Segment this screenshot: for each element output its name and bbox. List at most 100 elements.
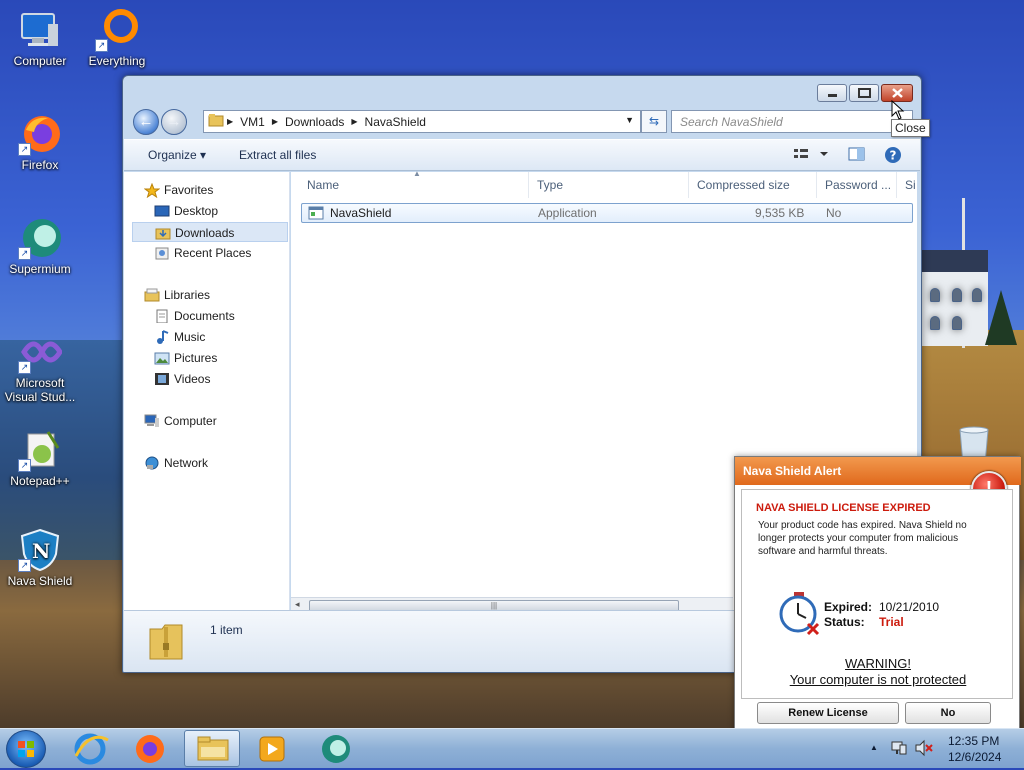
clock-time[interactable]: 12:35 PM: [948, 734, 999, 748]
taskbar: ▲ 12:35 PM 12/6/2024: [0, 728, 1024, 768]
nav-favorites[interactable]: Favorites: [124, 180, 289, 200]
column-header-name[interactable]: Name: [299, 172, 529, 198]
nav-documents[interactable]: Documents: [124, 306, 289, 326]
expired-clock-icon: [778, 590, 824, 639]
desktop-icon-label: Everything: [88, 54, 146, 68]
desktop-icon-supermium[interactable]: ↗ Supermium: [0, 216, 80, 276]
back-button[interactable]: ←: [133, 109, 159, 135]
taskbar-explorer-icon[interactable]: [184, 730, 240, 767]
pictures-icon: [154, 351, 170, 365]
volume-muted-icon[interactable]: [914, 739, 934, 760]
column-header-compressed-size[interactable]: Compressed size: [689, 172, 817, 198]
libraries-icon: [144, 288, 160, 302]
downloads-folder-icon: [155, 226, 171, 240]
breadcrumb-downloads[interactable]: Downloads: [285, 115, 344, 129]
shortcut-arrow-icon: ↗: [18, 143, 31, 156]
nav-desktop[interactable]: Desktop: [124, 201, 289, 221]
computer-icon: [18, 8, 62, 52]
taskbar-supermium-icon[interactable]: [308, 730, 364, 767]
refresh-button[interactable]: ⇆: [641, 110, 667, 133]
folder-icon: [208, 113, 224, 130]
zip-folder-icon: [148, 621, 184, 664]
desktop-icon-computer[interactable]: Computer: [0, 8, 80, 68]
address-dropdown-icon[interactable]: ▼: [625, 115, 634, 125]
maximize-button[interactable]: [849, 84, 879, 102]
nav-computer[interactable]: Computer: [124, 411, 289, 431]
shortcut-arrow-icon: ↗: [18, 361, 31, 374]
network-tray-icon[interactable]: [890, 739, 908, 760]
expired-value: 10/21/2010: [879, 600, 940, 614]
wallpaper-tree: [985, 290, 1017, 345]
breadcrumb-vm1[interactable]: VM1: [240, 115, 265, 129]
file-password: No: [826, 206, 842, 220]
nav-network[interactable]: Network: [124, 453, 289, 473]
nav-music[interactable]: Music: [124, 327, 289, 347]
no-button[interactable]: No: [905, 702, 991, 724]
address-bar[interactable]: ▶ VM1 ▶ Downloads ▶ NavaShield ▼: [203, 110, 641, 133]
desktop-icon-visual-studio[interactable]: ↗ Microsoft Visual Stud...: [0, 330, 80, 404]
search-input[interactable]: Search NavaShield: [671, 110, 913, 133]
taskbar-firefox-icon[interactable]: [122, 730, 178, 767]
notepadpp-icon: ↗: [18, 428, 62, 472]
desktop-icon-label: Notepad++: [10, 474, 70, 488]
desktop-icon-notepadpp[interactable]: ↗ Notepad++: [0, 428, 80, 488]
desktop-icon-label: Firefox: [21, 158, 59, 172]
address-row: ← → ▶ VM1 ▶ Downloads ▶ NavaShield ▼ ⇆ S…: [131, 108, 915, 135]
nav-libraries[interactable]: Libraries: [124, 285, 289, 305]
nav-pictures[interactable]: Pictures: [124, 348, 289, 368]
minimize-button[interactable]: [817, 84, 847, 102]
navashield-alert[interactable]: Nava Shield Alert ! NAVA SHIELD LICENSE …: [734, 456, 1021, 734]
scroll-left-icon[interactable]: ◂: [295, 599, 300, 610]
view-options-icon[interactable]: [794, 146, 828, 165]
navigation-pane: Favorites Desktop Downloads Recent Place…: [124, 172, 290, 610]
shortcut-arrow-icon: ↗: [18, 247, 31, 260]
application-file-icon: [308, 206, 324, 223]
renew-license-button[interactable]: Renew License: [757, 702, 899, 724]
warning-heading: WARNING!: [845, 656, 911, 671]
shortcut-arrow-icon: ↗: [18, 559, 31, 572]
taskbar-ie-icon[interactable]: [62, 730, 118, 767]
extract-all-button[interactable]: Extract all files: [239, 148, 316, 162]
chevron-right-icon[interactable]: ▶: [351, 117, 357, 126]
firefox-icon: ↗: [18, 112, 62, 156]
chevron-right-icon[interactable]: ▶: [227, 117, 233, 126]
preview-pane-icon[interactable]: [848, 146, 866, 165]
taskbar-media-player-icon[interactable]: [244, 730, 300, 767]
alert-body: NAVA SHIELD LICENSE EXPIRED Your product…: [741, 489, 1013, 699]
warning-link[interactable]: Your computer is not protected: [742, 672, 1014, 687]
show-hidden-icons-button[interactable]: ▲: [870, 743, 878, 752]
column-header-password[interactable]: Password ...: [817, 172, 897, 198]
help-icon[interactable]: ?: [884, 146, 902, 167]
file-type: Application: [538, 206, 597, 220]
svg-text:N: N: [32, 539, 50, 563]
desktop-icon-label: Supermium: [9, 262, 71, 276]
desktop-icon-everything[interactable]: ↗ Everything: [77, 8, 157, 68]
everything-icon: ↗: [95, 8, 139, 52]
nav-videos[interactable]: Videos: [124, 369, 289, 389]
chevron-right-icon[interactable]: ▶: [272, 117, 278, 126]
star-icon: [143, 182, 161, 199]
navashield-icon: N ↗: [18, 528, 62, 572]
desktop-icon: [154, 204, 170, 218]
documents-icon: [154, 309, 169, 324]
network-icon: [144, 456, 159, 470]
start-button[interactable]: [6, 730, 46, 768]
column-header-type[interactable]: Type: [529, 172, 689, 198]
organize-button[interactable]: Organize ▾: [148, 148, 206, 162]
nav-recent-places[interactable]: Recent Places: [124, 243, 289, 263]
breadcrumb-navashield[interactable]: NavaShield: [365, 115, 426, 129]
column-header-size[interactable]: Si: [897, 172, 917, 198]
recent-places-icon: [154, 246, 169, 260]
desktop-icon-navashield[interactable]: N ↗ Nava Shield: [0, 528, 80, 588]
clock-date[interactable]: 12/6/2024: [948, 750, 1001, 764]
alert-message: Your product code has expired. Nava Shie…: [758, 520, 967, 557]
table-row[interactable]: NavaShield Application 9,535 KB No: [301, 203, 913, 223]
desktop-icon-firefox[interactable]: ↗ Firefox: [0, 112, 80, 172]
alert-title: NAVA SHIELD LICENSE EXPIRED: [756, 502, 931, 514]
visual-studio-icon: ↗: [18, 330, 63, 374]
forward-button[interactable]: →: [161, 109, 187, 135]
wallpaper-house: [922, 250, 988, 346]
shortcut-arrow-icon: ↗: [18, 459, 31, 472]
desktop-icon-label: Nava Shield: [7, 574, 73, 588]
nav-downloads[interactable]: Downloads: [132, 222, 288, 242]
